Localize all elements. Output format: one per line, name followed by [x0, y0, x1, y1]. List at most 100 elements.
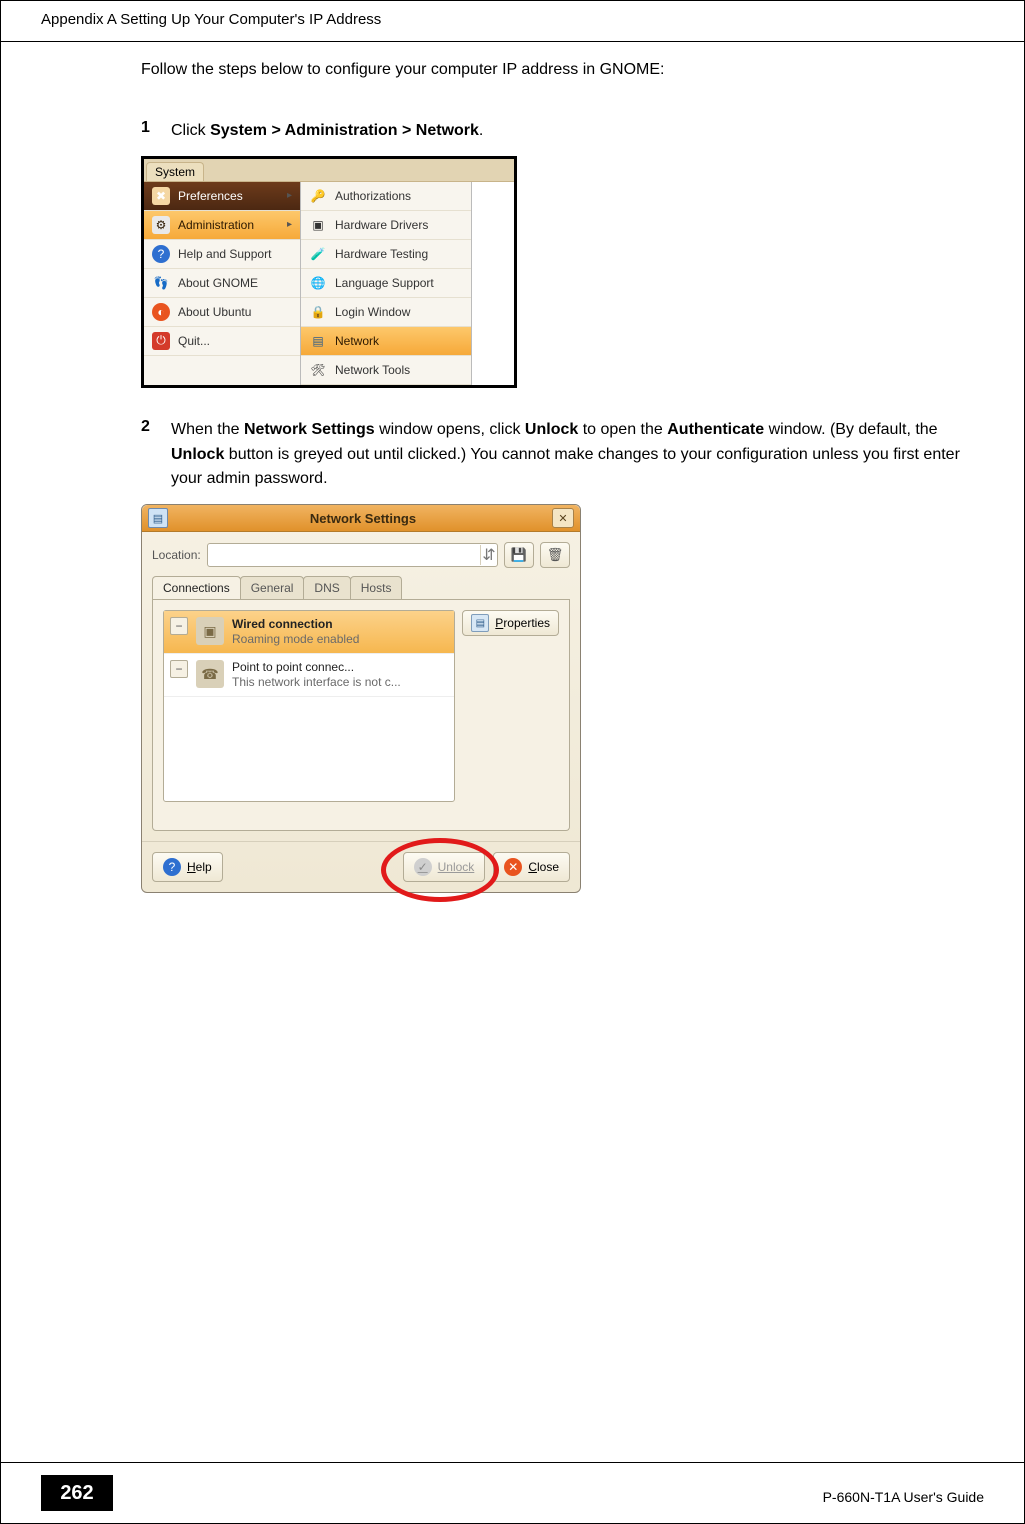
menu-administration-submenu: 🔑 Authorizations ▣ Hardware Drivers 🧪 Ha…: [301, 182, 472, 385]
b: Unlock: [171, 446, 224, 463]
connection-title: Wired connection: [232, 617, 359, 632]
combo-arrows-icon: ⇵: [480, 545, 497, 565]
login-icon: 🔒: [309, 303, 327, 321]
menu-system-dropdown: ✖ Preferences ▸ ⚙ Administration ▸ ? Hel…: [144, 182, 301, 385]
location-label: Location:: [152, 548, 201, 562]
tab-general[interactable]: General: [240, 576, 305, 599]
step1-post: .: [479, 122, 483, 139]
connection-item-ppp[interactable]: − ☎ Point to point connec... This networ…: [164, 654, 454, 697]
body-column: Follow the steps below to configure your…: [141, 61, 964, 893]
connection-subtitle: Roaming mode enabled: [232, 632, 359, 647]
menu-item-network-tools[interactable]: 🛠 Network Tools: [301, 356, 471, 385]
connection-title: Point to point connec...: [232, 660, 401, 675]
location-combo[interactable]: ⇵: [207, 543, 498, 567]
unlock-label: Unlock: [438, 860, 475, 874]
test-icon: 🧪: [309, 245, 327, 263]
menu-item-label: Preferences: [178, 189, 243, 203]
page-footer: 262 P-660N-T1A User's Guide: [1, 1462, 1024, 1523]
tab-hosts[interactable]: Hosts: [350, 576, 403, 599]
menu-item-label: Network: [335, 334, 379, 348]
menu-item-label: Administration: [178, 218, 254, 232]
window-title: Network Settings: [174, 511, 552, 526]
menu-system-button[interactable]: System: [146, 162, 204, 181]
location-row: Location: ⇵ 💾 🗑: [152, 542, 570, 568]
step1-bold: System > Administration > Network: [210, 122, 479, 139]
t: window. (By default, the: [764, 421, 937, 438]
page-header: Appendix A Setting Up Your Computer's IP…: [1, 1, 1024, 42]
menu-columns: ✖ Preferences ▸ ⚙ Administration ▸ ? Hel…: [144, 182, 514, 385]
close-icon: ✕: [504, 858, 522, 876]
mnemonic: H: [187, 860, 196, 874]
power-icon: ⏻: [152, 332, 170, 350]
label-rest: elp: [196, 860, 212, 874]
menu-item-quit[interactable]: ⏻ Quit...: [144, 327, 300, 356]
tab-connections[interactable]: Connections: [152, 576, 241, 599]
menu-item-about-gnome[interactable]: 👣 About GNOME: [144, 269, 300, 298]
menu-item-label: Hardware Testing: [335, 247, 428, 261]
connection-subtitle: This network interface is not c...: [232, 675, 401, 690]
ethernet-icon: ▣: [196, 617, 224, 645]
ubuntu-icon: ◐: [152, 303, 170, 321]
step1-pre: Click: [171, 122, 210, 139]
menu-item-network[interactable]: ▤ Network: [301, 327, 471, 356]
help-icon: ?: [152, 245, 170, 263]
page: Appendix A Setting Up Your Computer's IP…: [0, 0, 1025, 1524]
menu-item-label: Login Window: [335, 305, 410, 319]
tab-pane-connections: − ▣ Wired connection Roaming mode enable…: [152, 600, 570, 831]
gnome-foot-icon: 👣: [152, 274, 170, 292]
modem-icon: ☎: [196, 660, 224, 688]
chevron-right-icon: ▸: [287, 190, 292, 201]
close-button[interactable]: ✕ Close: [493, 852, 570, 882]
menu-item-administration[interactable]: ⚙ Administration ▸: [144, 211, 300, 240]
collapse-toggle[interactable]: −: [170, 660, 188, 678]
connections-list[interactable]: − ▣ Wired connection Roaming mode enable…: [163, 610, 455, 802]
connection-item-wired[interactable]: − ▣ Wired connection Roaming mode enable…: [164, 611, 454, 654]
page-number: 262: [41, 1475, 113, 1511]
menu-item-hardware-testing[interactable]: 🧪 Hardware Testing: [301, 240, 471, 269]
unlock-icon: ✓: [414, 858, 432, 876]
menu-item-label: Language Support: [335, 276, 434, 290]
t: to open the: [578, 421, 667, 438]
network-tools-icon: 🛠: [309, 361, 327, 379]
gear-icon: ⚙: [152, 216, 170, 234]
menu-item-label: Quit...: [178, 334, 210, 348]
mnemonic: C: [528, 860, 537, 874]
connection-text: Wired connection Roaming mode enabled: [232, 617, 359, 647]
save-location-button[interactable]: 💾: [504, 542, 534, 568]
menu-item-language-support[interactable]: 🌐 Language Support: [301, 269, 471, 298]
menu-item-label: About Ubuntu: [178, 305, 251, 319]
window-body: Location: ⇵ 💾 🗑 Connections General DNS …: [142, 532, 580, 841]
menu-item-label: About GNOME: [178, 276, 258, 290]
network-settings-window: ▤ Network Settings ✕ Location: ⇵ 💾 🗑 Con…: [141, 504, 581, 893]
label-rest: lose: [537, 860, 559, 874]
delete-location-button[interactable]: 🗑: [540, 542, 570, 568]
menu-item-hardware-drivers[interactable]: ▣ Hardware Drivers: [301, 211, 471, 240]
label-rest: roperties: [503, 616, 550, 630]
close-window-button[interactable]: ✕: [552, 508, 574, 528]
properties-button[interactable]: ▤ Properties: [462, 610, 559, 636]
menu-item-about-ubuntu[interactable]: ◐ About Ubuntu: [144, 298, 300, 327]
tab-dns[interactable]: DNS: [303, 576, 350, 599]
floppy-icon: 💾: [511, 547, 527, 563]
unlock-button[interactable]: ✓ Unlock: [403, 852, 486, 882]
menu-item-help[interactable]: ? Help and Support: [144, 240, 300, 269]
help-icon: ?: [163, 858, 181, 876]
intro-text: Follow the steps below to configure your…: [141, 61, 964, 79]
menu-item-login-window[interactable]: 🔒 Login Window: [301, 298, 471, 327]
t: When the: [171, 421, 244, 438]
step-1: 1 Click System > Administration > Networ…: [141, 119, 964, 144]
b: Network Settings: [244, 421, 375, 438]
help-button[interactable]: ? Help: [152, 852, 223, 882]
language-icon: 🌐: [309, 274, 327, 292]
button-row: ? Help ✓ Unlock ✕ Close: [142, 841, 580, 892]
collapse-toggle[interactable]: −: [170, 617, 188, 635]
menu-item-label: Network Tools: [335, 363, 410, 377]
t: window opens, click: [375, 421, 525, 438]
chip-icon: ▣: [309, 216, 327, 234]
menu-item-authorizations[interactable]: 🔑 Authorizations: [301, 182, 471, 211]
t: button is greyed out until clicked.) You…: [171, 446, 960, 488]
connection-text: Point to point connec... This network in…: [232, 660, 401, 690]
menu-item-preferences[interactable]: ✖ Preferences ▸: [144, 182, 300, 211]
key-icon: 🔑: [309, 187, 327, 205]
step-number: 2: [141, 418, 171, 436]
